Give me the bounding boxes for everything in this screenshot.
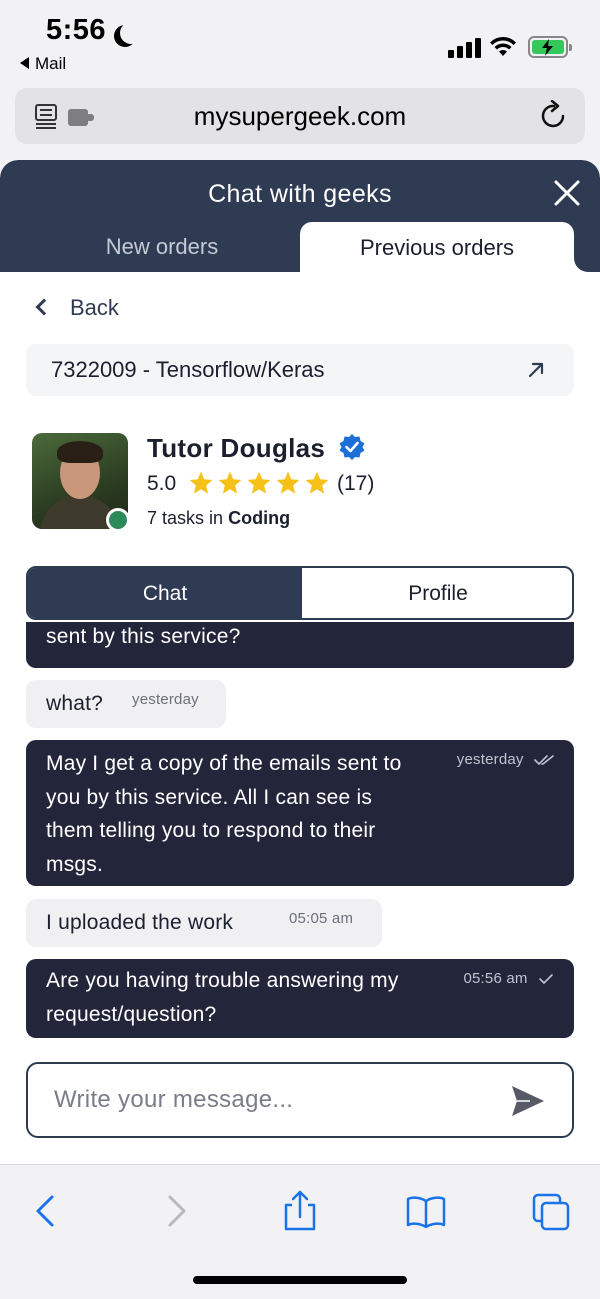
chat-title: Chat with geeks [208,180,392,208]
chevron-left-icon [35,298,53,316]
chat-widget: Chat with geeks New orders Previous orde… [0,160,600,1164]
home-indicator [193,1276,407,1284]
tasks-summary: 7 tasks in Coding [147,508,290,529]
message-outgoing: sent by this service? [26,622,574,668]
share-icon[interactable] [278,1189,322,1233]
moon-icon [120,22,142,44]
verified-badge-icon [339,434,365,460]
tab-new-orders[interactable]: New orders [24,222,300,272]
star-icon [218,471,242,494]
review-count: (17) [337,472,375,495]
back-label: Back [70,295,119,320]
star-icon [276,471,300,494]
tutor-name: Tutor Douglas [147,433,326,463]
forward-arrow-icon[interactable] [154,1189,198,1233]
address-bar[interactable]: mysupergeek.com [15,88,585,144]
message-text: Are you having trouble answering my requ… [46,969,399,1026]
message-meta: yesterday [457,750,556,770]
url-text[interactable]: mysupergeek.com [15,101,585,132]
message-time: 05:56 am [463,970,528,987]
message-outgoing: May I get a copy of the emails sent to y… [26,740,574,886]
message-composer [26,1062,574,1138]
back-triangle-icon [20,57,29,69]
tab-profile[interactable]: Profile [302,568,572,618]
cellular-signal-icon [448,38,482,58]
chat-header: Chat with geeks New orders Previous orde… [0,160,600,272]
message-text: sent by this service? [46,625,241,648]
message-input[interactable] [54,1082,494,1118]
rating-stars [188,470,333,498]
order-card[interactable]: 7322009 - Tensorflow/Keras [26,344,574,396]
back-button[interactable]: Back [35,295,119,321]
message-text: May I get a copy of the emails sent to y… [46,752,402,876]
check-icon [539,974,553,984]
message-time: yesterday [456,751,524,768]
message-text: I uploaded the work [46,911,234,934]
star-icon [247,471,271,494]
wifi-icon [490,36,516,56]
online-status-indicator [106,508,130,532]
message-text: what? [46,692,104,715]
star-icon [189,471,213,494]
tasks-text: tasks in [162,508,224,528]
message-meta: 05:56 am [463,969,554,989]
order-title: 7322009 - Tensorflow/Keras [51,357,325,382]
back-app-label: Mail [35,54,67,73]
back-to-app-link[interactable]: Mail [20,54,66,74]
message-incoming: what? yesterday [26,680,226,728]
status-time: 5:56 [46,14,107,46]
message-list[interactable]: sent by this service? what? yesterday Ma… [0,622,600,1042]
tasks-category: Coding [228,508,291,528]
tabs-icon[interactable] [530,1189,574,1233]
chat-profile-switch: Chat Profile [26,566,574,620]
status-bar: 5:56 Mail [0,0,600,82]
message-incoming: I uploaded the work 05:05 am [26,899,382,947]
tab-corner-decoration [574,250,600,272]
send-icon[interactable] [510,1084,546,1118]
message-outgoing: Are you having trouble answering my requ… [26,959,574,1038]
tasks-count: 7 [147,508,158,528]
back-arrow-icon[interactable] [24,1189,68,1233]
tab-previous-orders[interactable]: Previous orders [300,222,574,272]
bookmarks-icon[interactable] [404,1189,448,1233]
close-icon[interactable] [552,178,582,208]
rating-value: 5.0 [147,472,177,495]
open-external-icon[interactable] [526,360,546,380]
star-icon [305,471,329,494]
double-check-icon [534,755,554,765]
message-time: yesterday [132,691,199,708]
message-time: 05:05 am [289,910,354,927]
reload-icon[interactable] [539,100,569,132]
battery-icon [528,36,572,58]
tab-chat[interactable]: Chat [28,568,302,618]
